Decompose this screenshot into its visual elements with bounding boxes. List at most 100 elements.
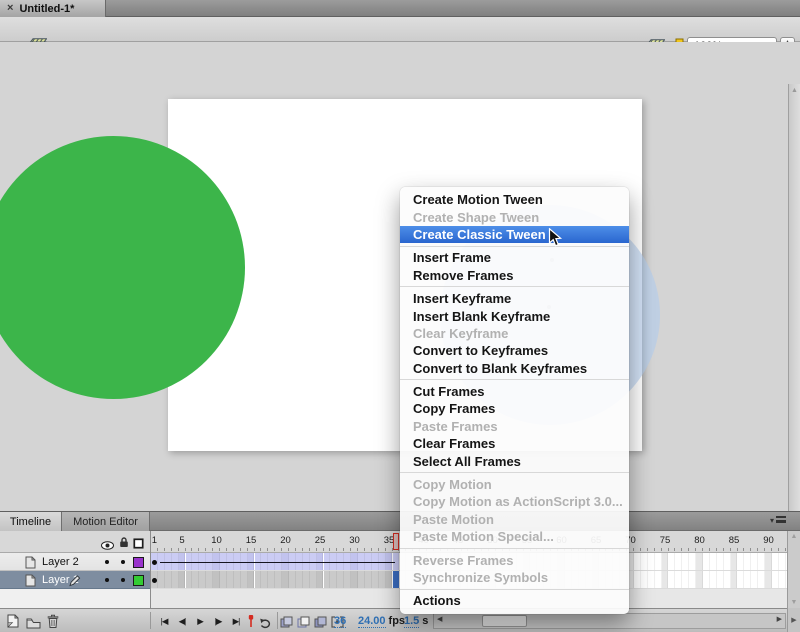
scroll-right-icon[interactable]: ▶ xyxy=(791,617,796,624)
frame-cell[interactable] xyxy=(779,571,786,589)
frame-cell[interactable] xyxy=(751,571,758,589)
frame-cell[interactable] xyxy=(669,553,676,571)
keyframe-dot[interactable] xyxy=(152,560,157,565)
frame-cell[interactable] xyxy=(765,571,772,589)
scrollbar-corner[interactable]: ▶ xyxy=(787,608,800,632)
frame-cell[interactable] xyxy=(158,571,165,589)
frame-cell[interactable] xyxy=(296,571,303,589)
menu-item-insert-frame[interactable]: Insert Frame xyxy=(400,249,629,266)
layer-row-layer-1[interactable]: Layer 1 xyxy=(0,571,150,589)
frame-cell[interactable] xyxy=(772,571,779,589)
frame-cell[interactable] xyxy=(365,571,372,589)
onion-skin-outlines-icon[interactable] xyxy=(297,615,310,632)
frame-cell[interactable] xyxy=(758,553,765,571)
frame-cell[interactable] xyxy=(241,571,248,589)
frame-cell[interactable] xyxy=(703,571,710,589)
frame-rate-value[interactable]: 24.00 xyxy=(358,615,386,628)
elapsed-time-display[interactable]: 1.5 s xyxy=(404,615,428,628)
layer-visibility-dot[interactable] xyxy=(105,560,109,564)
layer-visibility-dot[interactable] xyxy=(105,578,109,582)
go-to-last-frame-button[interactable]: ▶| xyxy=(227,613,245,629)
scroll-up-icon[interactable]: ▲ xyxy=(788,533,800,540)
frame-cell[interactable] xyxy=(165,571,172,589)
frame-cell[interactable] xyxy=(317,571,324,589)
timeline-vertical-scrollbar[interactable]: ▲ ▼ xyxy=(787,531,800,608)
delete-layer-icon[interactable] xyxy=(47,614,59,632)
frame-cell[interactable] xyxy=(717,571,724,589)
frame-cell[interactable] xyxy=(386,571,393,589)
frame-rate-display[interactable]: 24.00 fps xyxy=(358,615,405,628)
timeline-horizontal-scrollbar[interactable]: ◀ ▶ xyxy=(433,613,786,629)
frame-cell[interactable] xyxy=(724,553,731,571)
play-button[interactable]: ▶ xyxy=(191,613,209,629)
frame-cell[interactable] xyxy=(710,571,717,589)
tab-timeline[interactable]: Timeline xyxy=(0,512,62,531)
frame-cell[interactable] xyxy=(303,571,310,589)
menu-item-create-motion-tween[interactable]: Create Motion Tween xyxy=(400,191,629,208)
scroll-down-icon[interactable]: ▼ xyxy=(788,599,800,606)
elapsed-time-value[interactable]: 1.5 xyxy=(404,615,419,628)
frame-cell[interactable] xyxy=(379,571,386,589)
frame-cell[interactable] xyxy=(634,571,641,589)
frame-cell[interactable] xyxy=(337,571,344,589)
frame-cell[interactable] xyxy=(724,571,731,589)
frame-cell[interactable] xyxy=(641,571,648,589)
frame-cell[interactable] xyxy=(261,571,268,589)
menu-item-clear-frames[interactable]: Clear Frames xyxy=(400,435,629,452)
frame-cell[interactable] xyxy=(675,553,682,571)
frame-cell[interactable] xyxy=(744,553,751,571)
layer-outline-color-swatch[interactable] xyxy=(133,575,144,586)
frame-cell[interactable] xyxy=(744,571,751,589)
edit-multiple-frames-icon[interactable] xyxy=(314,615,327,632)
frame-cell[interactable] xyxy=(248,571,255,589)
frame-cell[interactable] xyxy=(655,571,662,589)
playhead[interactable] xyxy=(393,533,400,550)
menu-item-insert-keyframe[interactable]: Insert Keyframe xyxy=(400,290,629,307)
frame-cell[interactable] xyxy=(675,571,682,589)
frame-cell[interactable] xyxy=(731,571,738,589)
step-back-button[interactable]: ◀| xyxy=(173,613,191,629)
frame-cell[interactable] xyxy=(731,553,738,571)
scroll-up-icon[interactable]: ▲ xyxy=(789,87,800,94)
frame-cell[interactable] xyxy=(696,553,703,571)
new-folder-icon[interactable] xyxy=(26,616,41,632)
frame-cell[interactable] xyxy=(358,571,365,589)
onion-skin-icon[interactable] xyxy=(280,615,293,632)
frame-cell[interactable] xyxy=(344,571,351,589)
frame-cell[interactable] xyxy=(282,571,289,589)
frame-cell[interactable] xyxy=(738,571,745,589)
menu-item-create-classic-tween[interactable]: Create Classic Tween xyxy=(400,226,629,243)
frame-cell[interactable] xyxy=(206,571,213,589)
frame-cell[interactable] xyxy=(192,571,199,589)
menu-item-cut-frames[interactable]: Cut Frames xyxy=(400,383,629,400)
menu-item-actions[interactable]: Actions xyxy=(400,592,629,609)
layer-lock-dot[interactable] xyxy=(121,560,125,564)
new-layer-icon[interactable] xyxy=(6,614,20,632)
frame-cell[interactable] xyxy=(227,571,234,589)
menu-item-convert-to-keyframes[interactable]: Convert to Keyframes xyxy=(400,342,629,359)
frame-cell[interactable] xyxy=(710,553,717,571)
frame-cell[interactable] xyxy=(703,553,710,571)
frame-cell[interactable] xyxy=(662,571,669,589)
frame-cell[interactable] xyxy=(234,571,241,589)
menu-item-remove-frames[interactable]: Remove Frames xyxy=(400,267,629,284)
lock-icon[interactable] xyxy=(119,535,129,553)
frame-cell[interactable] xyxy=(351,571,358,589)
current-frame-display[interactable]: 36 xyxy=(334,615,346,628)
frame-cell[interactable] xyxy=(330,571,337,589)
document-tab[interactable]: × Untitled-1* xyxy=(0,0,106,17)
outline-square-icon[interactable] xyxy=(133,536,144,554)
frame-cell[interactable] xyxy=(751,553,758,571)
layer-row-layer-2[interactable]: Layer 2 xyxy=(0,553,150,571)
playhead-marker-icon[interactable] xyxy=(248,614,254,632)
frame-cell[interactable] xyxy=(648,553,655,571)
frame-cell[interactable] xyxy=(682,571,689,589)
frame-cell[interactable] xyxy=(634,553,641,571)
frame-cell[interactable] xyxy=(648,571,655,589)
menu-item-convert-to-blank-keyframes[interactable]: Convert to Blank Keyframes xyxy=(400,360,629,377)
frame-cell[interactable] xyxy=(682,553,689,571)
scroll-left-icon[interactable]: ◀ xyxy=(437,615,442,623)
frame-cell[interactable] xyxy=(372,571,379,589)
layer-outline-color-swatch[interactable] xyxy=(133,557,144,568)
selected-frame[interactable] xyxy=(393,571,400,589)
